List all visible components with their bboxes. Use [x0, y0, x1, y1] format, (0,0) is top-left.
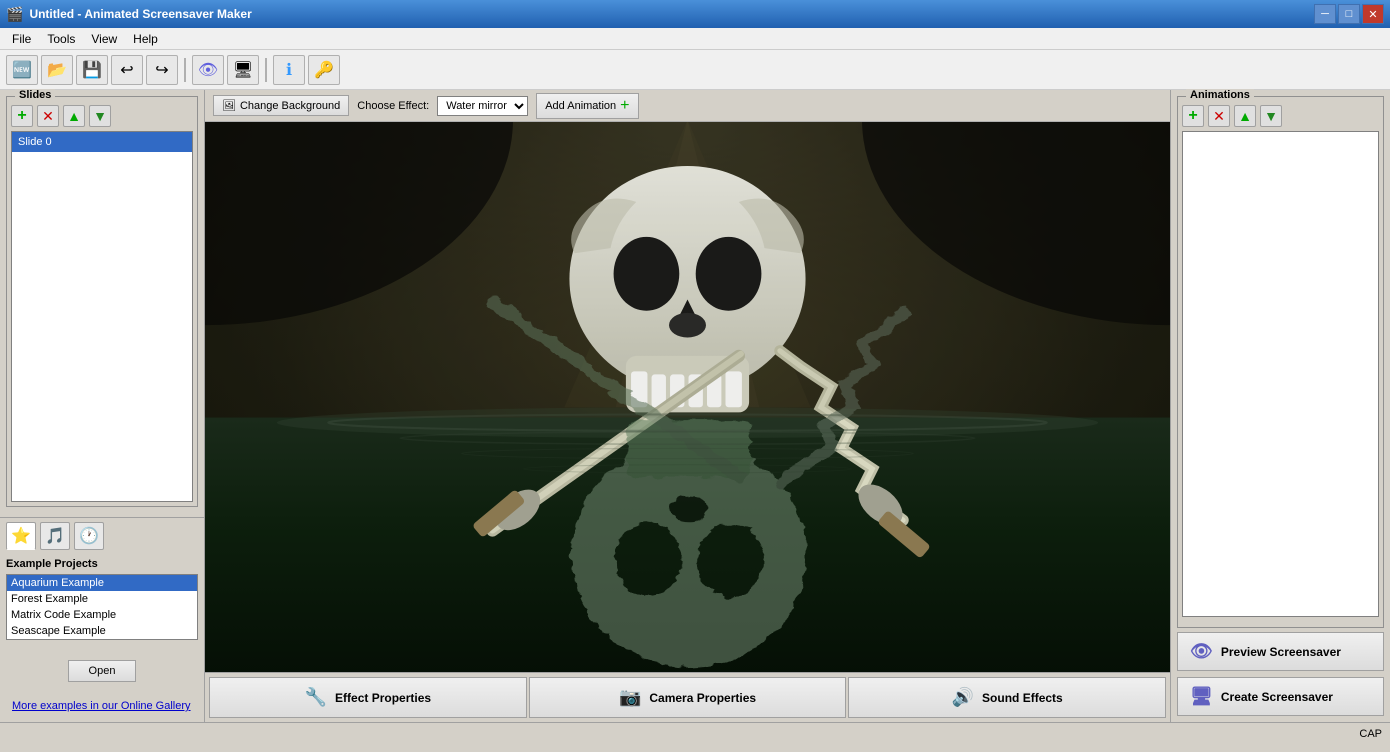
animation-up-btn[interactable]: ▲ — [1234, 105, 1256, 127]
change-bg-icon: 🖼 — [222, 99, 236, 112]
titlebar-left: 🎬 Untitled - Animated Screensaver Maker — [6, 6, 252, 23]
app-title: Untitled - Animated Screensaver Maker — [29, 7, 251, 21]
online-gallery-link[interactable]: More examples in our Online Gallery — [6, 696, 198, 716]
sound-effects-button[interactable]: 🔊 Sound Effects — [848, 677, 1166, 718]
titlebar-controls: ─ □ ✕ — [1314, 4, 1384, 24]
camera-properties-button[interactable]: 📷 Camera Properties — [529, 677, 847, 718]
slides-toolbar: + ✕ ▲ ▼ — [11, 105, 193, 127]
preview-screensaver-button[interactable]: 👁 Preview Screensaver — [1177, 632, 1384, 671]
canvas-image[interactable] — [205, 122, 1170, 672]
slides-label: Slides — [15, 89, 55, 101]
right-panel: Animations + ✕ ▲ ▼ 👁 Preview Screensaver… — [1170, 90, 1390, 722]
app-icon: 🎬 — [6, 6, 23, 23]
add-animation-icon: + — [620, 97, 629, 115]
slide-item[interactable]: Slide 0 — [12, 132, 192, 152]
animations-label: Animations — [1186, 89, 1254, 101]
add-animation-button[interactable]: Add Animation + — [536, 93, 638, 119]
save-button[interactable]: 💾 — [76, 55, 108, 85]
example-item-matrix[interactable]: Matrix Code Example — [7, 607, 197, 623]
examples-title: Example Projects — [6, 558, 198, 570]
slides-section: Slides + ✕ ▲ ▼ Slide 0 — [0, 90, 204, 517]
menu-file[interactable]: File — [4, 30, 39, 48]
status-text: CAP — [1359, 728, 1382, 740]
animation-down-btn[interactable]: ▼ — [1260, 105, 1282, 127]
menubar: File Tools View Help — [0, 28, 1390, 50]
slides-list: Slide 0 — [11, 131, 193, 502]
create-screensaver-icon: 🖥 — [1190, 686, 1213, 707]
camera-properties-icon: 📷 — [619, 687, 641, 708]
main-area: Slides + ✕ ▲ ▼ Slide 0 ⭐ 🎵 🕐 Example Pro… — [0, 90, 1390, 722]
slide-down-button[interactable]: ▼ — [89, 105, 111, 127]
examples-list: Aquarium Example Forest Example Matrix C… — [6, 574, 198, 640]
bottom-tabs: ⭐ 🎵 🕐 — [0, 517, 204, 552]
preview-screensaver-icon: 👁 — [1190, 641, 1213, 662]
animations-toolbar: + ✕ ▲ ▼ — [1182, 105, 1379, 127]
statusbar: CAP — [0, 722, 1390, 744]
menu-view[interactable]: View — [83, 30, 125, 48]
info-button[interactable]: ℹ — [273, 55, 305, 85]
maximize-button[interactable]: □ — [1338, 4, 1360, 24]
menu-help[interactable]: Help — [125, 30, 166, 48]
choose-effect-label: Choose Effect: — [357, 100, 429, 112]
example-item-seascape[interactable]: Seascape Example — [7, 623, 197, 639]
toolbar-sep-2 — [265, 58, 267, 82]
minimize-button[interactable]: ─ — [1314, 4, 1336, 24]
create-screensaver-button[interactable]: 🖥 Create Screensaver — [1177, 677, 1384, 716]
canvas-container — [205, 122, 1170, 672]
action-buttons: 👁 Preview Screensaver 🖥 Create Screensav… — [1177, 632, 1384, 716]
tab-clock[interactable]: 🕐 — [74, 522, 104, 550]
toolbar: 🆕 📂 💾 ↩ ↪ 👁 🖥 ℹ 🔑 — [0, 50, 1390, 90]
key-button[interactable]: 🔑 — [308, 55, 340, 85]
slide-up-button[interactable]: ▲ — [63, 105, 85, 127]
canvas-svg — [205, 122, 1170, 672]
bottom-toolbar: 🔧 Effect Properties 📷 Camera Properties … — [205, 672, 1170, 722]
new-button[interactable]: 🆕 — [6, 55, 38, 85]
add-animation-btn[interactable]: + — [1182, 105, 1204, 127]
example-item-forest[interactable]: Forest Example — [7, 591, 197, 607]
remove-slide-button[interactable]: ✕ — [37, 105, 59, 127]
screen-button[interactable]: 🖥 — [227, 55, 259, 85]
titlebar: 🎬 Untitled - Animated Screensaver Maker … — [0, 0, 1390, 28]
animations-list — [1182, 131, 1379, 617]
remove-animation-btn[interactable]: ✕ — [1208, 105, 1230, 127]
effect-properties-icon: 🔧 — [305, 687, 327, 708]
tab-star[interactable]: ⭐ — [6, 522, 36, 550]
sound-effects-icon: 🔊 — [952, 687, 974, 708]
controls-bar: 🖼 Change Background Choose Effect: Water… — [205, 90, 1170, 122]
left-panel: Slides + ✕ ▲ ▼ Slide 0 ⭐ 🎵 🕐 Example Pro… — [0, 90, 205, 722]
menu-tools[interactable]: Tools — [39, 30, 83, 48]
preview-button[interactable]: 👁 — [192, 55, 224, 85]
tab-music[interactable]: 🎵 — [40, 522, 70, 550]
open-button[interactable]: Open — [68, 660, 137, 682]
effect-properties-button[interactable]: 🔧 Effect Properties — [209, 677, 527, 718]
add-slide-button[interactable]: + — [11, 105, 33, 127]
example-item-aquarium[interactable]: Aquarium Example — [7, 575, 197, 591]
examples-section: Example Projects Aquarium Example Forest… — [0, 552, 204, 722]
close-button[interactable]: ✕ — [1362, 4, 1384, 24]
change-background-button[interactable]: 🖼 Change Background — [213, 95, 349, 116]
redo-button[interactable]: ↪ — [146, 55, 178, 85]
center-area: 🖼 Change Background Choose Effect: Water… — [205, 90, 1170, 722]
effect-select[interactable]: Water mirror Fade Slide Zoom None — [437, 96, 528, 116]
open-button[interactable]: 📂 — [41, 55, 73, 85]
undo-button[interactable]: ↩ — [111, 55, 143, 85]
toolbar-sep-1 — [184, 58, 186, 82]
